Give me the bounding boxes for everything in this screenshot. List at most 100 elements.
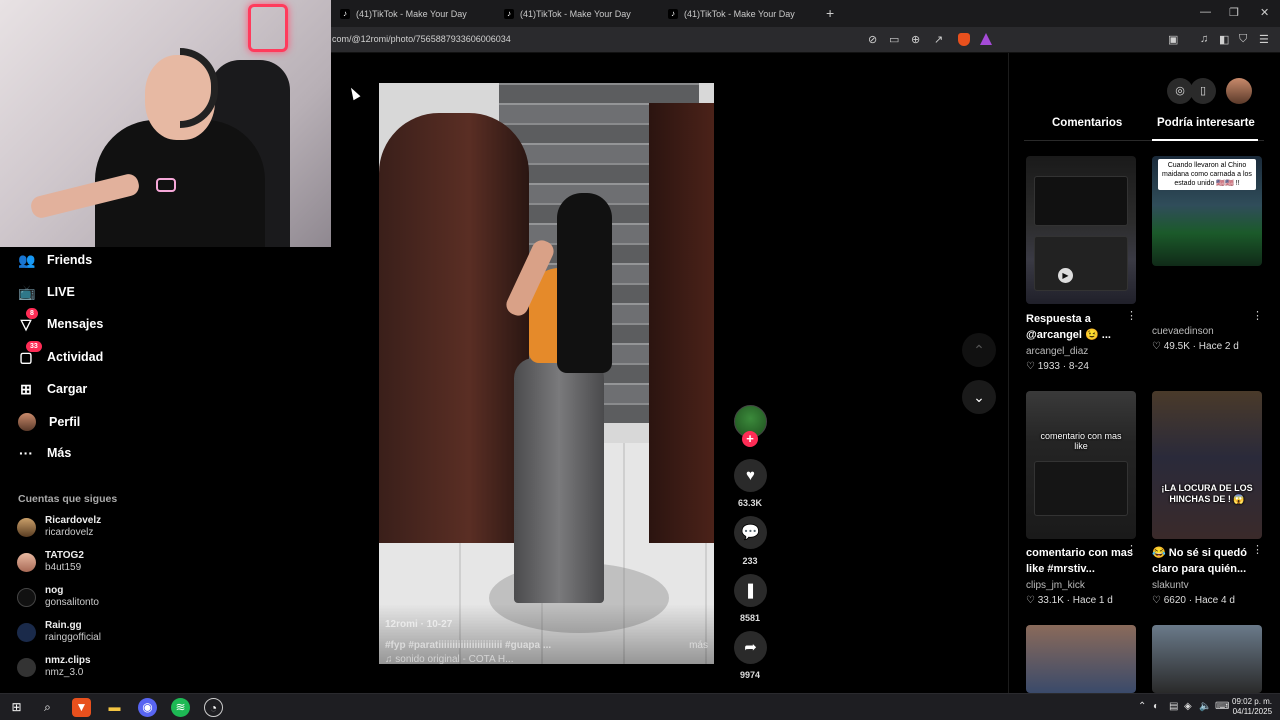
post-author[interactable]: 12romi · 10-27 bbox=[385, 619, 452, 630]
browser-tab-1[interactable]: ♪ (41)TikTok - Make Your Day bbox=[340, 4, 467, 23]
windows-start-icon[interactable]: ⊞ bbox=[7, 698, 26, 717]
network-icon[interactable]: ▤ bbox=[1169, 701, 1178, 712]
nav-friends[interactable]: 👥 Friends bbox=[18, 252, 92, 268]
brave-browser-icon[interactable]: ▼ bbox=[72, 698, 91, 717]
taskbar-clock[interactable]: 09:02 p. m. 04/11/2025 bbox=[1232, 697, 1272, 717]
card-date: 8-24 bbox=[1068, 361, 1089, 372]
tray-expand-icon[interactable]: ⌃ bbox=[1138, 701, 1146, 712]
card-user[interactable]: clips_jm_kick bbox=[1026, 580, 1085, 591]
photo-person-hair bbox=[557, 193, 612, 373]
like-button[interactable]: ♥ bbox=[734, 459, 767, 492]
previous-post-button[interactable]: ⌃ bbox=[962, 333, 996, 367]
card-options-icon[interactable]: ⋮ bbox=[1252, 309, 1263, 322]
avatar bbox=[17, 517, 36, 537]
thumb-caption: ¡LA LOCURA DE LOS HINCHAS DE ! 😱 bbox=[1161, 483, 1253, 504]
tab-title: (41)TikTok - Make Your Day bbox=[520, 8, 631, 19]
tab-recommended[interactable]: Podría interesarte bbox=[1157, 117, 1255, 129]
avatar bbox=[17, 587, 36, 607]
following-handle: gonsalitonto bbox=[45, 597, 99, 608]
nav-mensajes[interactable]: ▽ 8 Mensajes bbox=[18, 308, 104, 332]
nav-cargar[interactable]: ⊞ Cargar bbox=[18, 381, 87, 397]
following-handle: rainggofficial bbox=[45, 632, 101, 643]
card-stats: ♡ 49.5K · Hace 2 d bbox=[1152, 341, 1239, 352]
nav-label: Mensajes bbox=[47, 317, 104, 331]
post-photo[interactable]: 12romi · 10-27 #fyp #paratiiiiiiiiiiiiii… bbox=[379, 83, 714, 664]
browser-tab-3[interactable]: ♪ (41)TikTok - Make Your Day bbox=[668, 4, 795, 23]
following-item[interactable]: Ricardovelz ricardovelz bbox=[17, 515, 101, 539]
post-sound[interactable]: ♫ sonido original - COTA H... bbox=[385, 654, 513, 664]
app-tray-icon[interactable]: ◈ bbox=[1184, 701, 1192, 712]
menu-icon[interactable]: ☰ bbox=[1259, 33, 1269, 46]
live-icon: 📺 bbox=[18, 284, 36, 300]
brave-shields-icon[interactable] bbox=[958, 33, 970, 46]
thumb-caption: comentario con mas like bbox=[1040, 431, 1122, 451]
music-icon[interactable]: ♫ bbox=[1200, 33, 1208, 45]
split-view-icon[interactable]: ◧ bbox=[1219, 33, 1229, 46]
follow-button[interactable]: + bbox=[742, 431, 758, 447]
user-avatar[interactable] bbox=[1226, 78, 1252, 104]
obs-icon[interactable]: ◔ bbox=[204, 698, 223, 717]
video-thumbnail[interactable]: ¡LA LOCURA DE LOS HINCHAS DE ! 😱 bbox=[1152, 391, 1262, 539]
tiktok-icon: ♪ bbox=[340, 8, 350, 19]
tiktok-icon: ♪ bbox=[668, 8, 678, 19]
media-muted-icon[interactable]: ⊘ bbox=[868, 33, 877, 46]
nav-perfil[interactable]: Perfil bbox=[18, 413, 80, 431]
video-thumbnail[interactable]: comentario con mas like bbox=[1026, 391, 1136, 539]
following-item[interactable]: nog gonsalitonto bbox=[17, 585, 99, 609]
tab-comments[interactable]: Comentarios bbox=[1052, 117, 1122, 129]
nav-label: Actividad bbox=[47, 350, 104, 364]
card-likes: 49.5K bbox=[1163, 341, 1190, 352]
nav-label: Más bbox=[47, 446, 72, 460]
following-name: TATOG2 bbox=[45, 550, 84, 561]
nav-actividad[interactable]: ▢ 33 Actividad bbox=[18, 341, 104, 365]
card-stats: ♡ 33.1K · Hace 1 d bbox=[1026, 595, 1113, 606]
following-item[interactable]: TATOG2 b4ut159 bbox=[17, 550, 84, 574]
new-tab-button[interactable]: + bbox=[826, 5, 834, 21]
video-thumbnail[interactable]: ▶ bbox=[1026, 156, 1136, 304]
sidebar-icon[interactable]: ▣ bbox=[1168, 33, 1178, 46]
discord-icon[interactable]: ◉ bbox=[138, 698, 157, 717]
nav-mas[interactable]: ··· Más bbox=[18, 445, 71, 461]
photo-door-right bbox=[649, 103, 714, 543]
spotify-icon[interactable]: ≋ bbox=[171, 698, 190, 717]
card-user[interactable]: cuevaedinson bbox=[1152, 326, 1214, 337]
card-options-icon[interactable]: ⋮ bbox=[1126, 309, 1137, 322]
vpn-icon[interactable]: ⛉ bbox=[1239, 33, 1247, 46]
browser-tab-2[interactable]: ♪ (41)TikTok - Make Your Day bbox=[504, 4, 631, 23]
brave-rewards-icon[interactable] bbox=[980, 33, 992, 45]
language-icon[interactable]: ⌨ bbox=[1215, 701, 1229, 712]
share-button[interactable]: ➦ bbox=[734, 631, 767, 664]
search-icon[interactable]: ⌕ bbox=[38, 698, 57, 717]
save-button[interactable]: ❚ bbox=[734, 574, 767, 607]
following-item[interactable]: Rain.gg rainggofficial bbox=[17, 620, 101, 644]
nav-label: Friends bbox=[47, 253, 93, 267]
share-icon[interactable]: ↗ bbox=[934, 33, 943, 46]
video-thumbnail[interactable]: Cuando llevaron al Chino maidana como ca… bbox=[1152, 156, 1262, 266]
close-icon[interactable]: ✕ bbox=[1260, 6, 1269, 19]
cast-icon[interactable]: ▭ bbox=[889, 33, 899, 46]
device-icon[interactable]: ▯ bbox=[1190, 78, 1216, 104]
next-post-button[interactable]: ⌄ bbox=[962, 380, 996, 414]
comment-button[interactable]: 💬 bbox=[734, 516, 767, 549]
file-explorer-icon[interactable]: ▬ bbox=[105, 698, 124, 717]
separator: · bbox=[1060, 361, 1069, 372]
restore-icon[interactable]: ❐ bbox=[1229, 6, 1239, 19]
url-field[interactable]: com/@12romi/photo/7565887933606006034 bbox=[332, 34, 511, 44]
card-title[interactable]: 😂 No sé si quedó claro para quién... bbox=[1152, 545, 1262, 577]
card-user[interactable]: slakuntv bbox=[1152, 580, 1189, 591]
video-thumbnail[interactable] bbox=[1026, 625, 1136, 693]
steam-icon[interactable]: ◐ bbox=[1153, 701, 1159, 712]
card-user[interactable]: arcangel_diaz bbox=[1026, 346, 1088, 357]
card-options-icon[interactable]: ⋮ bbox=[1252, 543, 1263, 556]
minimize-icon[interactable]: — bbox=[1200, 6, 1211, 18]
card-options-icon[interactable]: ⋮ bbox=[1126, 543, 1137, 556]
following-item[interactable]: nmz.clips nmz_3.0 bbox=[17, 655, 91, 679]
following-name: Ricardovelz bbox=[45, 515, 102, 526]
volume-icon[interactable]: 🔈 bbox=[1199, 701, 1211, 712]
nav-live[interactable]: 📺 LIVE bbox=[18, 284, 75, 300]
card-title[interactable]: Respuesta a @arcangel 😉 ... bbox=[1026, 311, 1136, 343]
card-title[interactable]: comentario con mas like #mrstiv... bbox=[1026, 545, 1136, 577]
video-thumbnail[interactable] bbox=[1152, 625, 1262, 693]
zoom-icon[interactable]: ⊕ bbox=[911, 33, 920, 46]
caption-more-link[interactable]: más bbox=[689, 640, 708, 651]
